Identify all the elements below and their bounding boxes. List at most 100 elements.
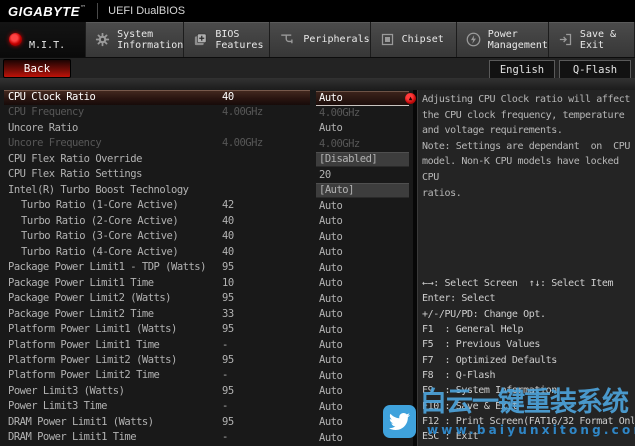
setting-option: Auto [319, 323, 343, 336]
qflash-button[interactable]: Q-Flash [559, 60, 631, 79]
gear-icon [95, 32, 110, 47]
setting-value: 40 [222, 245, 234, 258]
setting-label: Package Power Limit1 Time [8, 276, 154, 289]
setting-row[interactable]: Package Power Limit1 - TDP (Watts) 95 Auto [0, 260, 413, 275]
trademark-mark: ™ [80, 4, 86, 12]
setting-label: Intel(R) Turbo Boost Technology [8, 183, 189, 196]
lightning-icon [466, 32, 481, 47]
help-line: ratios. [422, 187, 462, 199]
setting-row[interactable]: Turbo Ratio (4-Core Active) 40 Auto [0, 245, 413, 260]
setting-row[interactable]: CPU Flex Ratio Override [Disabled] [0, 152, 413, 167]
setting-option: Auto [319, 199, 343, 212]
setting-option: 4.00GHz [319, 137, 360, 150]
setting-row[interactable]: Platform Power Limit2 Time - Auto [0, 368, 413, 383]
setting-row[interactable]: Power Limit3 (Watts) 95 Auto [0, 384, 413, 399]
tab-system-information[interactable]: System Information [86, 22, 185, 57]
settings-list: CPU Clock Ratio 40 Auto CPU Frequency 4.00GH… [0, 90, 413, 446]
back-button[interactable]: Back [3, 59, 71, 78]
key-line: +/-/PU/PD: Change Opt. [422, 308, 546, 320]
setting-row[interactable]: Turbo Ratio (2-Core Active) 40 Auto [0, 214, 413, 229]
setting-row[interactable]: Platform Power Limit1 (Watts) 95 Auto [0, 322, 413, 337]
key-line: F8 : Q-Flash [422, 370, 496, 382]
setting-value: 95 [222, 323, 234, 336]
setting-row[interactable]: DRAM Power Limit1 (Watts) 95 Auto [0, 415, 413, 430]
key-line: F7 : Optimized Defaults [422, 354, 557, 366]
setting-row[interactable]: Turbo Ratio (3-Core Active) 40 Auto [0, 229, 413, 244]
setting-label: Turbo Ratio (1-Core Active) [21, 199, 179, 212]
gigabyte-logo: GIGABYTE [8, 3, 80, 19]
setting-label: CPU Flex Ratio Override [8, 152, 142, 165]
tab-mit[interactable]: M.I.T. [0, 22, 87, 57]
tab-label: System Information [117, 28, 184, 51]
language-button[interactable]: English [489, 60, 555, 79]
setting-row[interactable]: Package Power Limit1 Time 10 Auto [0, 276, 413, 291]
setting-option: Auto [319, 354, 343, 367]
setting-label: Turbo Ratio (3-Core Active) [21, 230, 179, 243]
setting-option: Auto [319, 277, 343, 290]
setting-row[interactable]: CPU Clock Ratio 40 Auto [0, 90, 413, 106]
setting-option: [Disabled] [316, 152, 409, 167]
watermark-url: www.baiyunxitong.com [427, 423, 635, 437]
setting-label: CPU Clock Ratio [8, 91, 96, 103]
tab-peripherals[interactable]: Peripherals [270, 22, 371, 57]
setting-value: 4.00GHz [222, 137, 263, 150]
setting-option: Auto [316, 90, 409, 106]
setting-row[interactable]: Intel(R) Turbo Boost Technology [Auto] [0, 183, 413, 198]
setting-option: Auto [319, 215, 343, 228]
setting-label: Package Power Limit1 - TDP (Watts) [8, 261, 206, 274]
key-line: F1 : General Help [422, 324, 524, 336]
setting-value: 95 [222, 292, 234, 305]
tab-label: BIOS Features [215, 28, 264, 51]
setting-row[interactable]: Package Power Limit2 Time 33 Auto [0, 307, 413, 322]
setting-value: 4.00GHz [222, 106, 263, 119]
help-line: Note: Settings are dependant on CPU [422, 140, 630, 152]
setting-label: Power Limit3 (Watts) [8, 384, 125, 397]
setting-label: Uncore Frequency [8, 137, 102, 150]
setting-value: 40 [222, 214, 234, 227]
key-line: ←→: Select Screen ↑↓: Select Item [422, 278, 614, 289]
setting-row[interactable]: Platform Power Limit1 Time - Auto [0, 338, 413, 353]
title-bar: GIGABYTE ™ UEFI DualBIOS [0, 0, 635, 22]
setting-value: - [222, 431, 228, 444]
setting-value: - [222, 400, 228, 413]
setting-label: Platform Power Limit1 Time [8, 338, 160, 351]
chip-plus-icon [193, 32, 208, 47]
tab-chipset[interactable]: Chipset [370, 22, 457, 57]
setting-row[interactable]: Package Power Limit2 (Watts) 95 Auto [0, 291, 413, 306]
chipset-icon [380, 32, 395, 47]
plug-icon [279, 32, 296, 47]
setting-label: DRAM Power Limit1 (Watts) [8, 415, 154, 428]
setting-row[interactable]: Platform Power Limit2 (Watts) 95 Auto [0, 353, 413, 368]
tab-save-exit[interactable]: Save & Exit [548, 22, 635, 57]
setting-label: CPU Flex Ratio Settings [8, 168, 142, 181]
setting-option: Auto [319, 122, 343, 135]
setting-label: Package Power Limit2 (Watts) [8, 292, 172, 305]
setting-option: 20 [319, 168, 331, 181]
mit-dot-icon [9, 33, 22, 46]
setting-value: 95 [222, 261, 234, 274]
setting-label: Turbo Ratio (2-Core Active) [21, 214, 179, 227]
tab-label: Power Management [487, 28, 548, 51]
toolbar: Back English Q-Flash [0, 57, 635, 79]
setting-value: - [222, 338, 228, 351]
tab-bios-features[interactable]: BIOS Features [184, 22, 271, 57]
setting-label: Package Power Limit2 Time [8, 307, 154, 320]
setting-row[interactable]: Turbo Ratio (1-Core Active) 42 Auto [0, 198, 413, 213]
setting-value: 95 [222, 415, 234, 428]
help-line: Adjusting CPU Clock ratio will affect [422, 94, 630, 105]
tab-label: M.I.T. [29, 40, 66, 51]
scroll-up-indicator[interactable]: ▲ [405, 93, 416, 104]
tab-power-management[interactable]: Power Management [456, 22, 549, 57]
setting-value: 40 [222, 230, 234, 243]
setting-option: Auto [319, 246, 343, 259]
setting-row[interactable]: Power Limit3 Time - Auto [0, 399, 413, 414]
setting-row[interactable]: CPU Flex Ratio Settings 20 [0, 167, 413, 182]
tab-bar: M.I.T. System Information BIOS Features Per… [0, 22, 635, 57]
setting-label: Platform Power Limit2 Time [8, 369, 160, 382]
setting-value: 40 [222, 91, 234, 103]
watermark-title: 白云一键重装系统 [420, 387, 629, 418]
help-text: Adjusting CPU Clock ratio will affect the… [422, 92, 632, 201]
setting-label: Platform Power Limit1 (Watts) [8, 323, 177, 336]
setting-row[interactable]: Uncore Ratio Auto [0, 121, 413, 136]
setting-row[interactable]: DRAM Power Limit1 Time - Auto [0, 430, 413, 445]
